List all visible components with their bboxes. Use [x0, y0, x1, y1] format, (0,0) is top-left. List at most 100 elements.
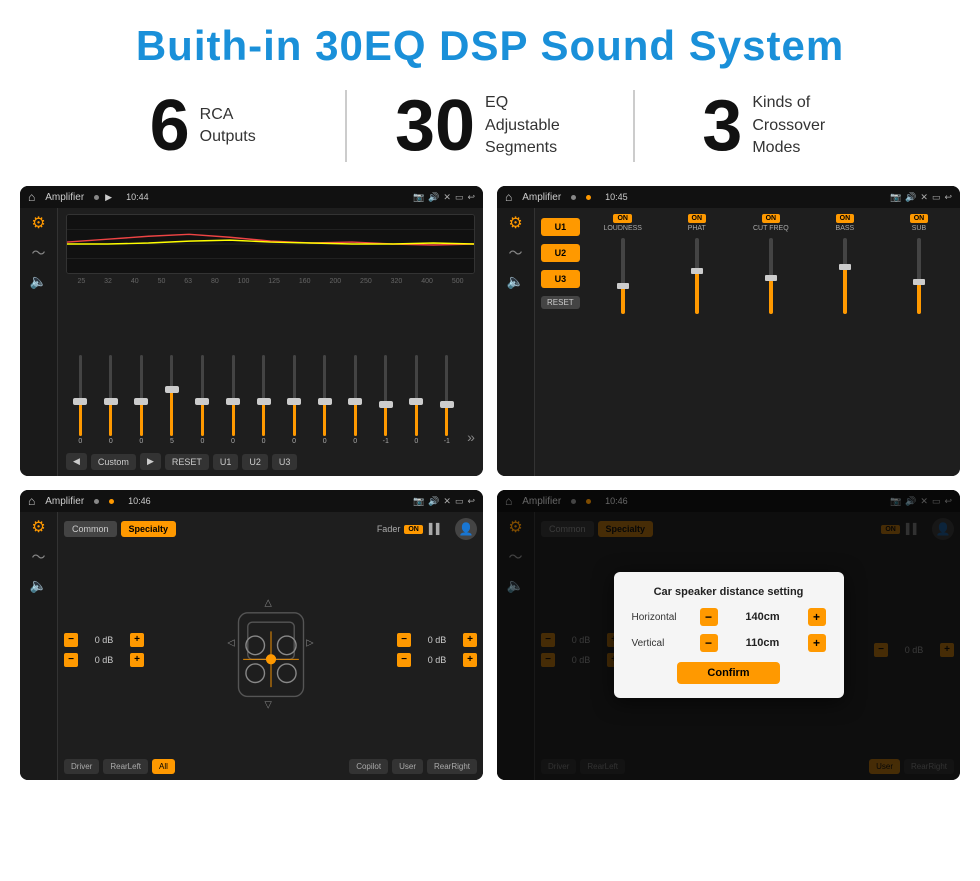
- eq-icon[interactable]: ⚙: [31, 216, 45, 232]
- loudness-slider[interactable]: [588, 234, 658, 314]
- eq-slider-4[interactable]: 0: [188, 355, 217, 445]
- eq-curve-area: [66, 214, 475, 274]
- rearleft-btn-3[interactable]: RearLeft: [103, 759, 148, 774]
- u3-preset-btn[interactable]: U3: [541, 270, 580, 288]
- status-icons-1: 📷🔊✕▭↩: [413, 192, 475, 203]
- confirm-button[interactable]: Confirm: [677, 662, 779, 684]
- channel-bass: ON BASS: [810, 214, 880, 470]
- u3-btn-1[interactable]: U3: [272, 454, 298, 470]
- bass-toggle[interactable]: ON: [836, 214, 855, 223]
- eq-slider-3[interactable]: 5: [158, 355, 187, 445]
- screen3-body: ⚙ 〜 🔈 Common Specialty Fader ON ▌▌ 👤 −: [20, 512, 483, 780]
- sub-slider[interactable]: [884, 234, 954, 314]
- db-plus-0[interactable]: +: [130, 633, 144, 647]
- u1-preset-btn[interactable]: U1: [541, 218, 580, 236]
- u1-btn-1[interactable]: U1: [213, 454, 239, 470]
- screen1-title: Amplifier: [45, 192, 84, 203]
- eq-slider-5[interactable]: 0: [219, 355, 248, 445]
- db-plus-2[interactable]: +: [463, 633, 477, 647]
- eq-main: 25 32 40 50 63 80 100 125 160 200 250 32…: [58, 208, 483, 476]
- db-plus-1[interactable]: +: [130, 653, 144, 667]
- phat-slider[interactable]: [662, 234, 732, 314]
- custom-btn[interactable]: Custom: [91, 454, 136, 470]
- home-icon-1[interactable]: ⌂: [28, 190, 35, 204]
- eq-slider-12[interactable]: -1: [433, 355, 462, 445]
- copilot-btn-3[interactable]: Copilot: [349, 759, 388, 774]
- prev-btn[interactable]: ◀: [66, 453, 87, 470]
- vertical-label: Vertical: [632, 638, 692, 649]
- screen3-time: 10:46: [128, 496, 151, 506]
- common-tab-3[interactable]: Common: [64, 521, 117, 537]
- stat-number-30: 30: [395, 90, 475, 162]
- loudness-toggle[interactable]: ON: [613, 214, 632, 223]
- horizontal-minus-btn[interactable]: −: [700, 608, 718, 626]
- eq-slider-9[interactable]: 0: [341, 355, 370, 445]
- u2-btn-1[interactable]: U2: [242, 454, 268, 470]
- home-icon-2[interactable]: ⌂: [505, 190, 512, 204]
- eq-slider-6[interactable]: 0: [249, 355, 278, 445]
- db-minus-1[interactable]: −: [64, 653, 78, 667]
- horizontal-plus-btn[interactable]: +: [808, 608, 826, 626]
- stat-eq: 30 EQ AdjustableSegments: [347, 90, 634, 162]
- driver-btn-3[interactable]: Driver: [64, 759, 99, 774]
- wave-icon-3[interactable]: 〜: [32, 550, 46, 564]
- specialty-tab-3[interactable]: Specialty: [121, 521, 177, 537]
- expand-arrows[interactable]: »: [467, 429, 475, 445]
- speaker-icon[interactable]: 🔈: [30, 274, 47, 288]
- fader-top-row: Common Specialty Fader ON ▌▌ 👤: [64, 518, 477, 540]
- car-diagram: ◁ ▷ △ ▽: [152, 544, 389, 755]
- reset-btn-2[interactable]: RESET: [541, 296, 580, 309]
- wave-icon[interactable]: 〜: [32, 246, 46, 260]
- u2-preset-btn[interactable]: U2: [541, 244, 580, 262]
- eq-icon-2[interactable]: ⚙: [508, 216, 522, 232]
- phat-toggle[interactable]: ON: [688, 214, 707, 223]
- db-minus-0[interactable]: −: [64, 633, 78, 647]
- orange-dot-2: [586, 195, 591, 200]
- vertical-minus-btn[interactable]: −: [700, 634, 718, 652]
- sub-toggle[interactable]: ON: [910, 214, 929, 223]
- speaker-icon-2[interactable]: 🔈: [507, 274, 524, 288]
- svg-text:◁: ◁: [227, 637, 234, 647]
- db-minus-2[interactable]: −: [397, 633, 411, 647]
- eq-slider-8[interactable]: 0: [310, 355, 339, 445]
- horizontal-label: Horizontal: [632, 612, 692, 623]
- stat-text-eq: EQ AdjustableSegments: [485, 92, 585, 159]
- eq-slider-0[interactable]: 0: [66, 355, 95, 445]
- user-btn-3[interactable]: User: [392, 759, 423, 774]
- horizontal-row: Horizontal − 140cm +: [632, 608, 826, 626]
- cutfreq-toggle[interactable]: ON: [762, 214, 781, 223]
- bass-label: BASS: [836, 225, 855, 232]
- wave-icon-2[interactable]: 〜: [509, 246, 523, 260]
- cutfreq-slider[interactable]: [736, 234, 806, 314]
- user-icon-3[interactable]: 👤: [455, 518, 477, 540]
- crossover-main: U1 U2 U3 RESET ON LOUDNESS: [535, 208, 960, 476]
- db-minus-3[interactable]: −: [397, 653, 411, 667]
- eq-sliders-row: 0 0 0 5 0: [66, 285, 475, 449]
- rearright-btn-3[interactable]: RearRight: [427, 759, 477, 774]
- svg-text:▽: ▽: [264, 699, 271, 709]
- cutfreq-label: CUT FREQ: [753, 225, 789, 232]
- channel-phat: ON PHAT: [662, 214, 732, 470]
- fader-body: − 0 dB + − 0 dB +: [64, 544, 477, 755]
- channel-cutfreq: ON CUT FREQ: [736, 214, 806, 470]
- reset-btn-1[interactable]: RESET: [165, 454, 209, 470]
- db-plus-3[interactable]: +: [463, 653, 477, 667]
- all-btn-3[interactable]: All: [152, 759, 175, 774]
- eq-slider-7[interactable]: 0: [280, 355, 309, 445]
- eq-slider-1[interactable]: 0: [97, 355, 126, 445]
- home-icon-3[interactable]: ⌂: [28, 494, 35, 508]
- eq-slider-11[interactable]: 0: [402, 355, 431, 445]
- eq-slider-2[interactable]: 0: [127, 355, 156, 445]
- stat-number-6: 6: [150, 90, 190, 162]
- bass-slider[interactable]: [810, 234, 880, 314]
- eq-slider-10[interactable]: -1: [371, 355, 400, 445]
- db-control-0: − 0 dB +: [64, 633, 144, 647]
- screen1-time: 10:44: [126, 192, 149, 202]
- eq-icon-3[interactable]: ⚙: [31, 520, 45, 536]
- horizontal-control: − 140cm +: [700, 608, 826, 626]
- vertical-plus-btn[interactable]: +: [808, 634, 826, 652]
- speaker-icon-3[interactable]: 🔈: [30, 578, 47, 592]
- fader-bottom: Driver RearLeft All Copilot User RearRig…: [64, 759, 477, 774]
- vertical-row: Vertical − 110cm +: [632, 634, 826, 652]
- play-btn[interactable]: ▶: [140, 453, 161, 470]
